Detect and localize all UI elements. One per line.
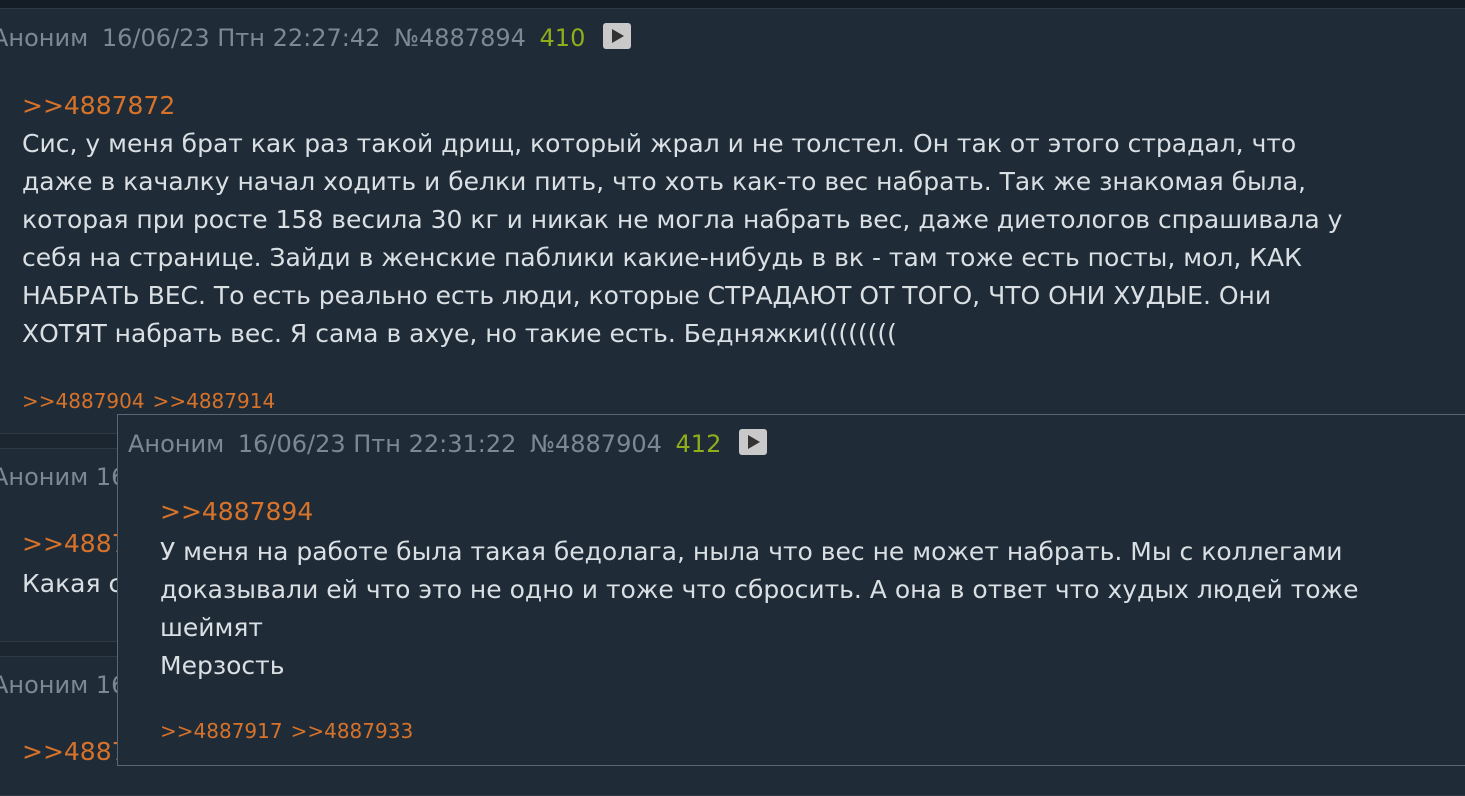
reply-link[interactable]: >>4887 — [22, 529, 128, 558]
reply-link[interactable]: >>4887894 — [160, 497, 313, 526]
post-body: Какая с — [22, 569, 123, 598]
reply-backlink[interactable]: >>4887914 — [153, 389, 276, 413]
post-author: Аноним — [0, 24, 89, 52]
play-icon[interactable] — [602, 23, 631, 49]
reply-link[interactable]: >>4887 — [22, 737, 128, 766]
replies-list: >>4887904 >>4887914 — [22, 389, 283, 413]
post-body: У меня на работе была такая бедолага, ны… — [160, 537, 1359, 680]
post-author: Аноним — [128, 430, 225, 458]
post-header: Аноним 16 — [0, 463, 127, 491]
post-4887894: Аноним 16/06/23 Птн 22:27:42 №4887894 41… — [0, 8, 1465, 434]
play-icon[interactable] — [738, 429, 767, 455]
post-header: Аноним 16/06/23 Птн 22:27:42 №4887894 41… — [0, 23, 631, 52]
reply-link[interactable]: >>4887872 — [22, 91, 175, 120]
reply-backlink[interactable]: >>4887917 — [160, 719, 283, 743]
post-header: Аноним 16 — [0, 671, 127, 699]
post-header: Аноним 16/06/23 Птн 22:31:22 №4887904 41… — [128, 429, 767, 458]
post-date: 16/06/23 Птн 22:31:22 — [237, 430, 517, 458]
post-number: 412 — [675, 430, 722, 458]
post-date: 16/06/23 Птн 22:27:42 — [101, 24, 381, 52]
post-body: Сис, у меня брат как раз такой дрищ, кот… — [22, 129, 1343, 348]
reply-backlink[interactable]: >>4887904 — [22, 389, 145, 413]
post-id[interactable]: №4887894 — [394, 24, 526, 52]
post-id[interactable]: №4887904 — [530, 430, 662, 458]
replies-list: >>4887917 >>4887933 — [160, 719, 421, 743]
post-preview-popup: Аноним 16/06/23 Птн 22:31:22 №4887904 41… — [117, 414, 1465, 766]
reply-backlink[interactable]: >>4887933 — [291, 719, 414, 743]
post-number: 410 — [539, 24, 586, 52]
